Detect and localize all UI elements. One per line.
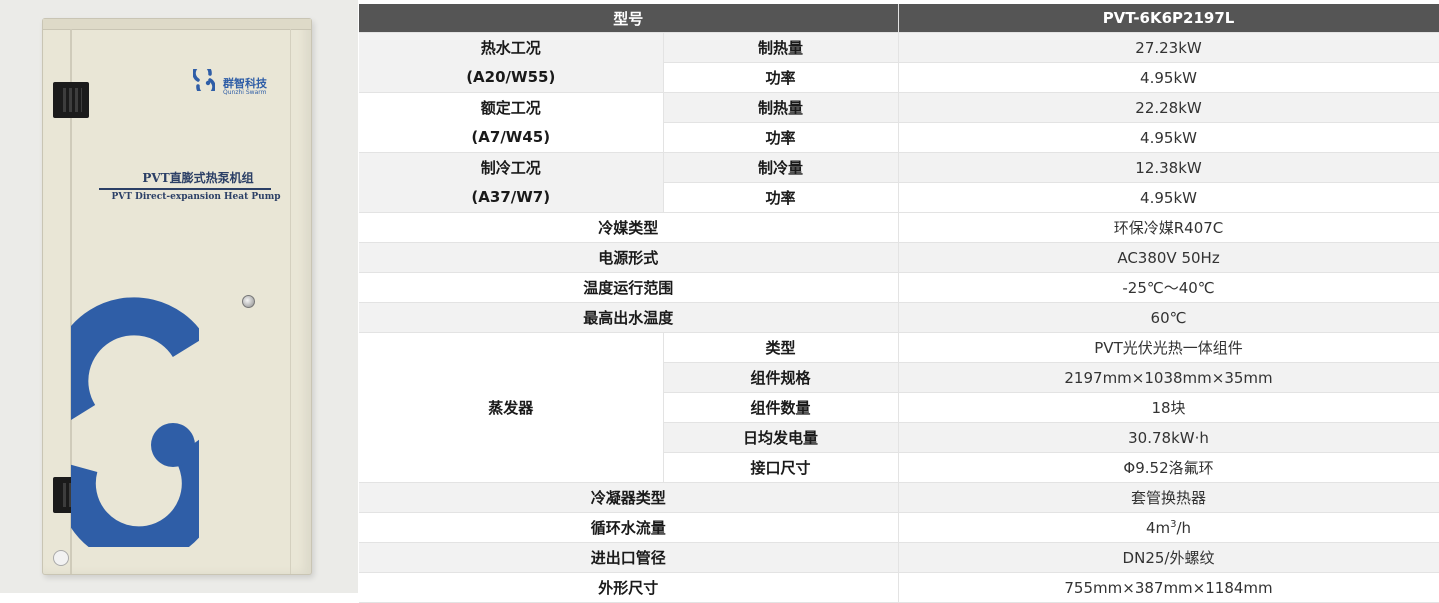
module-spec-value: 2197mm×1038mm×35mm <box>898 362 1439 393</box>
table-row: 循环水流量 4m3/h <box>359 512 1439 543</box>
unit-title-cn: PVT直膨式热泵机组 <box>142 171 254 185</box>
table-row: 电源形式 AC380V 50Hz <box>359 242 1439 273</box>
table-row: 外形尺寸 755mm×387mm×1184mm <box>359 572 1439 603</box>
hinge-icon <box>53 82 89 118</box>
table-row: 冷媒类型 环保冷媒R407C <box>359 212 1439 243</box>
cooling-capacity-label: 制冷量 <box>663 152 899 183</box>
cooling-capacity-value: 12.38kW <box>898 152 1439 183</box>
evaporator-type-label: 类型 <box>663 332 899 363</box>
cooling-condition-label: 制冷工况 (A37/W7) <box>359 152 664 213</box>
model-label: 型号 <box>359 4 899 33</box>
refrigerant-value: 环保冷媒R407C <box>898 212 1439 243</box>
port-size-value: Φ9.52洛氟环 <box>898 452 1439 483</box>
dimensions-value: 755mm×387mm×1184mm <box>898 572 1439 603</box>
dimensions-label: 外形尺寸 <box>359 572 899 603</box>
product-image: 群智科技 Qunzhi Swarm PVT直膨式热泵机组 PVT Direct-… <box>0 0 358 593</box>
table-row: 进出口管径 DN25/外螺纹 <box>359 542 1439 573</box>
unit-top-cap <box>43 19 311 30</box>
table-row: 最高出水温度 60℃ <box>359 302 1439 333</box>
condenser-value: 套管换热器 <box>898 482 1439 513</box>
model-value: PVT-6K6P2197L <box>898 4 1439 33</box>
hot-water-power-value: 4.95kW <box>898 62 1439 93</box>
hot-water-heat-value: 27.23kW <box>898 32 1439 63</box>
daily-generation-label: 日均发电量 <box>663 422 899 453</box>
rated-heat-value: 22.28kW <box>898 92 1439 123</box>
max-water-temp-label: 最高出水温度 <box>359 302 899 333</box>
refrigerant-label: 冷媒类型 <box>359 212 899 243</box>
power-supply-value: AC380V 50Hz <box>898 242 1439 273</box>
table-header-row: 型号 PVT-6K6P2197L <box>359 4 1439 33</box>
brand-logo-icon <box>193 69 215 91</box>
evaporator-type-value: PVT光伏光热一体组件 <box>898 332 1439 363</box>
drain-port-icon <box>53 550 69 566</box>
lock-icon <box>242 295 255 308</box>
water-flow-value: 4m3/h <box>898 512 1439 543</box>
spec-table: 型号 PVT-6K6P2197L 热水工况 (A20/W55) 制热量 27.2… <box>359 4 1439 603</box>
large-brand-logo-icon <box>71 297 199 547</box>
power-supply-label: 电源形式 <box>359 242 899 273</box>
table-row: 热水工况 (A20/W55) 制热量 27.23kW <box>359 32 1439 93</box>
hot-water-heat-label: 制热量 <box>663 32 899 63</box>
temp-range-label: 温度运行范围 <box>359 272 899 303</box>
table-row: 制冷工况 (A37/W7) 制冷量 12.38kW <box>359 152 1439 213</box>
rated-power-value: 4.95kW <box>898 122 1439 153</box>
rated-power-label: 功率 <box>663 122 899 153</box>
door-edge <box>290 29 291 574</box>
table-row: 冷凝器类型 套管换热器 <box>359 482 1439 513</box>
module-count-value: 18块 <box>898 392 1439 423</box>
pipe-size-label: 进出口管径 <box>359 542 899 573</box>
port-size-label: 接口尺寸 <box>663 452 899 483</box>
heat-pump-unit: 群智科技 Qunzhi Swarm PVT直膨式热泵机组 PVT Direct-… <box>42 18 312 575</box>
module-count-label: 组件数量 <box>663 392 899 423</box>
rated-condition-label: 额定工况 (A7/W45) <box>359 92 664 153</box>
cooling-power-label: 功率 <box>663 182 899 213</box>
evaporator-label: 蒸发器 <box>359 332 664 483</box>
water-flow-label: 循环水流量 <box>359 512 899 543</box>
module-spec-label: 组件规格 <box>663 362 899 393</box>
temp-range-value: -25℃～40℃ <box>898 272 1439 303</box>
hot-water-power-label: 功率 <box>663 62 899 93</box>
hot-water-condition-label: 热水工况 (A20/W55) <box>359 32 664 93</box>
unit-title-en: PVT Direct-expansion Heat Pump <box>111 192 281 202</box>
table-row: 额定工况 (A7/W45) 制热量 22.28kW <box>359 92 1439 153</box>
pipe-size-value: DN25/外螺纹 <box>898 542 1439 573</box>
brand-subtitle: Qunzhi Swarm <box>223 89 267 96</box>
table-row: 蒸发器 类型 PVT光伏光热一体组件 <box>359 332 1439 483</box>
rated-heat-label: 制热量 <box>663 92 899 123</box>
daily-generation-value: 30.78kW·h <box>898 422 1439 453</box>
max-water-temp-value: 60℃ <box>898 302 1439 333</box>
title-divider <box>99 188 271 190</box>
cooling-power-value: 4.95kW <box>898 182 1439 213</box>
table-row: 温度运行范围 -25℃～40℃ <box>359 272 1439 303</box>
condenser-label: 冷凝器类型 <box>359 482 899 513</box>
